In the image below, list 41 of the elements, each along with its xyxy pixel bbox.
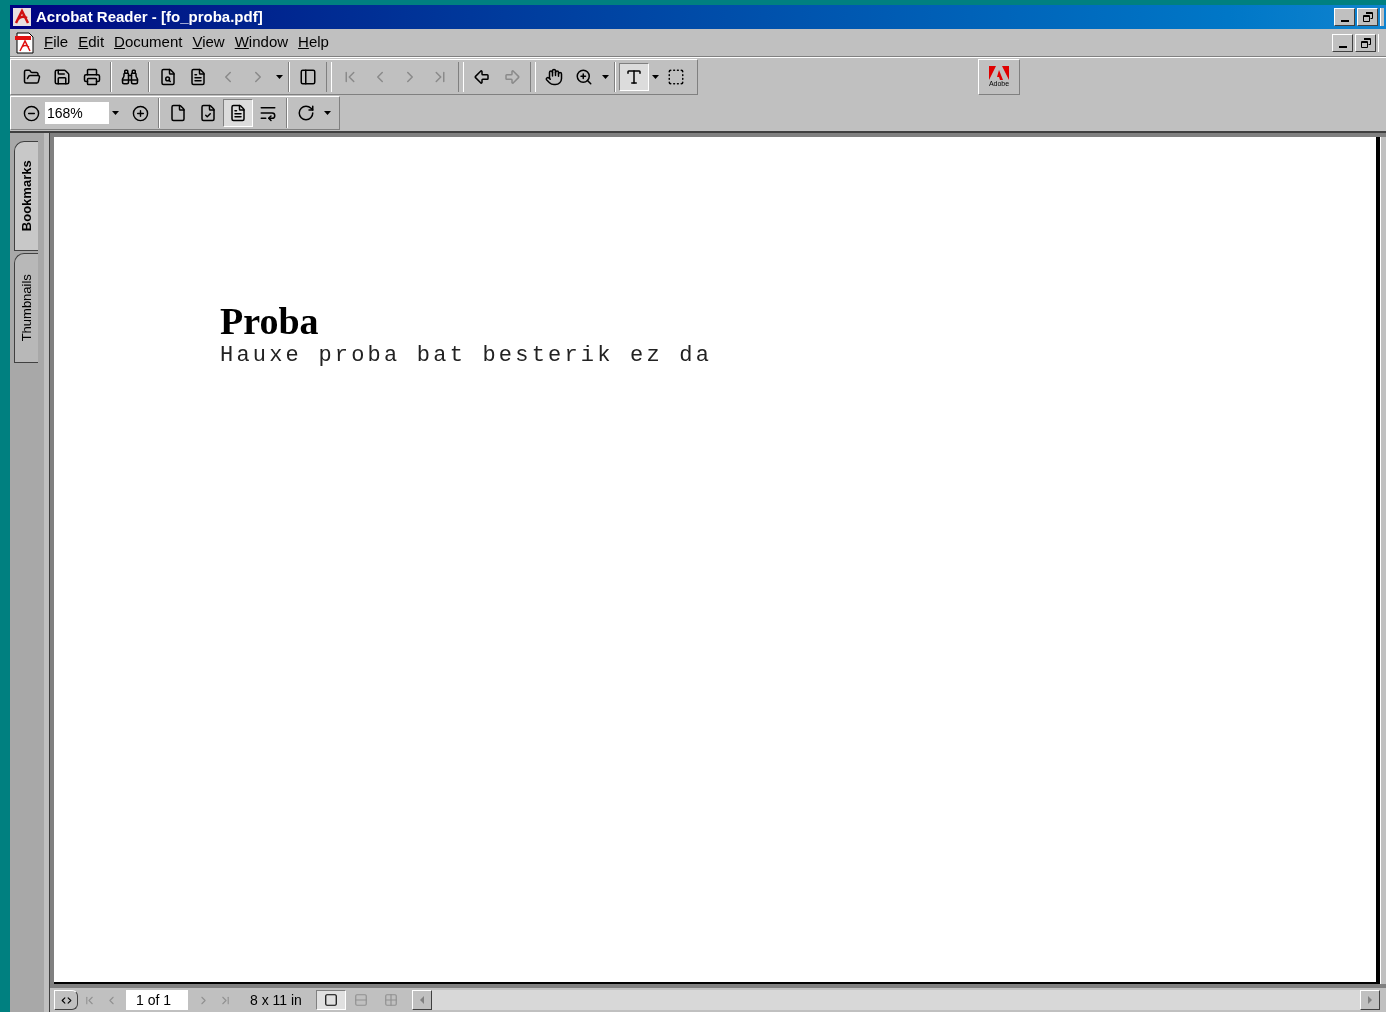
document-icon — [14, 31, 36, 54]
menu-item[interactable]: File — [44, 31, 69, 54]
scroll-left-button[interactable] — [411, 990, 432, 1010]
document-heading: Proba — [220, 299, 320, 343]
caret-icon — [323, 111, 331, 115]
left-arrow-icon — [419, 996, 424, 1004]
caret-icon — [601, 74, 609, 79]
side-tab[interactable]: Thumbnails — [14, 253, 38, 363]
caret-icon — [111, 111, 119, 115]
menu-item[interactable]: Window — [234, 31, 289, 54]
caret-icon — [275, 74, 283, 79]
side-tab[interactable]: Bookmarks — [14, 141, 38, 251]
minimize-button[interactable] — [1334, 8, 1355, 26]
restore-icon — [1362, 12, 1373, 22]
zoom-field[interactable]: 168% — [45, 102, 109, 124]
zoom-in-icon — [131, 104, 149, 122]
zoom-out-icon — [22, 104, 40, 122]
minimize-button[interactable] — [1332, 33, 1353, 52]
single-page-button[interactable] — [315, 990, 346, 1010]
menu-item[interactable]: Document — [114, 31, 183, 54]
page-number-field[interactable]: 1 of 1 — [126, 990, 188, 1010]
menu-item[interactable]: Help — [298, 31, 329, 54]
page-size: 8 x 11 in — [250, 990, 302, 1010]
restore-icon — [1360, 37, 1371, 48]
logo-icon — [989, 65, 1009, 80]
restore-button[interactable] — [1355, 33, 1376, 52]
text-select-button[interactable] — [619, 62, 649, 91]
pane-toggle-button[interactable] — [54, 990, 78, 1010]
pdf-app-icon — [12, 7, 32, 27]
caret-icon — [651, 74, 659, 79]
scroll-right-button[interactable] — [1360, 990, 1380, 1010]
continuous-icon — [353, 993, 368, 1007]
menu-item[interactable]: View — [192, 31, 225, 54]
document-text: Hauxe proba bat besterik ez da — [220, 343, 714, 369]
restore-button[interactable] — [1357, 8, 1378, 26]
facing-icon — [383, 993, 398, 1007]
single-page-icon — [323, 993, 338, 1007]
menu-item[interactable]: Edit — [78, 31, 105, 54]
fit-width-button[interactable] — [223, 99, 253, 127]
right-arrow-icon — [1368, 996, 1372, 1004]
window-title: Acrobat Reader - [fo_proba.pdf] — [36, 6, 263, 27]
